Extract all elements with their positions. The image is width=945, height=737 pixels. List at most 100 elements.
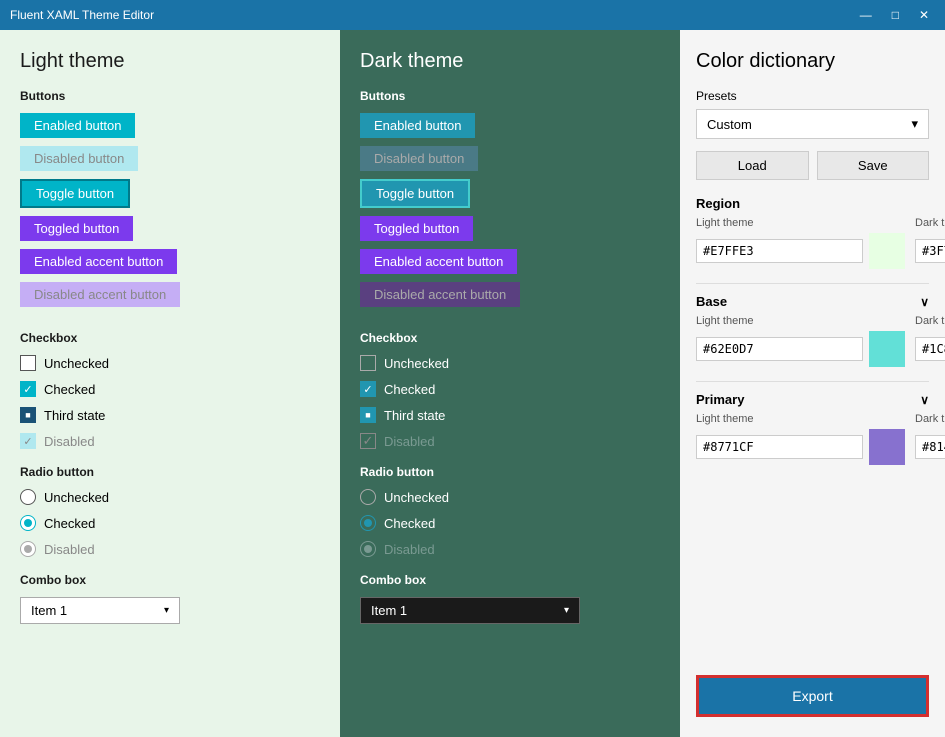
dark-checkbox-unchecked-text: Unchecked <box>384 356 449 371</box>
region-dark-col: Dark theme <box>915 217 945 269</box>
primary-section: Primary ∨ Light theme Dark theme <box>696 392 929 465</box>
region-light-color-swatch[interactable] <box>869 233 905 269</box>
preset-select[interactable]: Custom ▾ <box>696 109 929 139</box>
dark-theme-title: Dark theme <box>360 50 660 73</box>
divider-1 <box>696 283 929 284</box>
load-button[interactable]: Load <box>696 151 809 180</box>
base-light-hex-input[interactable] <box>696 337 863 361</box>
dark-checkbox-checked-text: Checked <box>384 382 435 397</box>
region-light-hex-input[interactable] <box>696 239 863 263</box>
base-dark-color-row <box>915 331 945 367</box>
base-light-color-swatch[interactable] <box>869 331 905 367</box>
dark-checkbox-third-row: ■ Third state <box>360 407 660 423</box>
light-radio-checked-text: Checked <box>44 516 95 531</box>
light-checkbox-third-box[interactable]: ■ <box>20 407 36 423</box>
light-radio-section: Radio button Unchecked Checked Disabled <box>20 465 320 557</box>
primary-colors-row: Light theme Dark theme <box>696 413 929 465</box>
dark-checkbox-unchecked-box[interactable] <box>360 355 376 371</box>
dark-radio-label: Radio button <box>360 465 660 479</box>
light-enabled-button[interactable]: Enabled button <box>20 113 135 138</box>
light-checkbox-checked-text: Checked <box>44 382 95 397</box>
color-dict-title: Color dictionary <box>696 50 929 73</box>
base-dark-label: Dark theme <box>915 315 945 327</box>
base-chevron-icon[interactable]: ∨ <box>920 295 929 309</box>
light-checkbox-unchecked-text: Unchecked <box>44 356 109 371</box>
light-radio-disabled-row: Disabled <box>20 541 320 557</box>
dark-checkbox-checked-box[interactable]: ✓ <box>360 381 376 397</box>
light-checkbox-unchecked-row: Unchecked <box>20 355 320 371</box>
region-dark-hex-input[interactable] <box>915 239 945 263</box>
primary-dark-col: Dark theme <box>915 413 945 465</box>
light-toggled-button[interactable]: Toggled button <box>20 216 133 241</box>
close-button[interactable]: ✕ <box>913 7 935 23</box>
light-radio-unchecked-row: Unchecked <box>20 489 320 505</box>
dark-radio-checked-text: Checked <box>384 516 435 531</box>
dark-checkbox-disabled-text: Disabled <box>384 434 435 449</box>
dark-checkbox-unchecked-row: Unchecked <box>360 355 660 371</box>
light-checkbox-disabled-text: Disabled <box>44 434 95 449</box>
export-button[interactable]: Export <box>696 675 929 717</box>
base-colors-row: Light theme Dark theme <box>696 315 929 367</box>
base-label: Base <box>696 294 727 309</box>
dark-checkbox-third-text: Third state <box>384 408 445 423</box>
dark-toggle-button[interactable]: Toggle button <box>360 179 470 208</box>
light-radio-disabled-text: Disabled <box>44 542 95 557</box>
primary-light-hex-input[interactable] <box>696 435 863 459</box>
region-dark-label: Dark theme <box>915 217 945 229</box>
light-radio-checked-row: Checked <box>20 515 320 531</box>
primary-header: Primary ∨ <box>696 392 929 407</box>
light-radio-unchecked-circle[interactable] <box>20 489 36 505</box>
light-radio-checked-circle[interactable] <box>20 515 36 531</box>
dark-combo-box[interactable]: Item 1 ▾ <box>360 597 580 624</box>
dark-theme-panel: Dark theme Buttons Enabled button Disabl… <box>340 30 680 737</box>
light-theme-title: Light theme <box>20 50 320 73</box>
dark-checkbox-disabled-row: ✓ Disabled <box>360 433 660 449</box>
light-checkbox-disabled-box: ✓ <box>20 433 36 449</box>
light-checkbox-section: Checkbox Unchecked ✓ Checked ■ Third sta… <box>20 331 320 449</box>
light-checkbox-disabled-row: ✓ Disabled <box>20 433 320 449</box>
preset-chevron-icon: ▾ <box>911 116 918 132</box>
minimize-button[interactable]: — <box>854 7 878 23</box>
dark-toggled-button[interactable]: Toggled button <box>360 216 473 241</box>
base-section: Base ∨ Light theme Dark theme <box>696 294 929 367</box>
dark-buttons-group: Enabled button Disabled button Toggle bu… <box>360 113 660 315</box>
base-header: Base ∨ <box>696 294 929 309</box>
maximize-button[interactable]: □ <box>886 7 905 23</box>
dark-checkbox-third-box[interactable]: ■ <box>360 407 376 423</box>
base-dark-hex-input[interactable] <box>915 337 945 361</box>
dark-radio-checked-circle[interactable] <box>360 515 376 531</box>
dark-radio-checked-row: Checked <box>360 515 660 531</box>
color-dictionary-panel: Color dictionary Presets Custom ▾ Load S… <box>680 30 945 737</box>
light-toggle-button[interactable]: Toggle button <box>20 179 130 208</box>
dark-combo-chevron-icon: ▾ <box>564 605 569 616</box>
light-theme-panel: Light theme Buttons Enabled button Disab… <box>0 30 340 737</box>
primary-dark-color-row <box>915 429 945 465</box>
light-checkbox-unchecked-box[interactable] <box>20 355 36 371</box>
dark-radio-unchecked-circle[interactable] <box>360 489 376 505</box>
save-button[interactable]: Save <box>817 151 930 180</box>
primary-dark-hex-input[interactable] <box>915 435 945 459</box>
light-combo-box[interactable]: Item 1 ▾ <box>20 597 180 624</box>
dark-radio-disabled-text: Disabled <box>384 542 435 557</box>
region-colors-row: Light theme Dark theme <box>696 217 929 269</box>
dark-accent-enabled-button[interactable]: Enabled accent button <box>360 249 517 274</box>
light-combo-label: Combo box <box>20 573 320 587</box>
light-accent-enabled-button[interactable]: Enabled accent button <box>20 249 177 274</box>
base-light-col: Light theme <box>696 315 905 367</box>
dark-combo-value: Item 1 <box>371 603 407 618</box>
region-light-label: Light theme <box>696 217 905 229</box>
light-checkbox-checked-row: ✓ Checked <box>20 381 320 397</box>
light-buttons-group: Enabled button Disabled button Toggle bu… <box>20 113 320 315</box>
light-radio-label: Radio button <box>20 465 320 479</box>
window-controls: — □ ✕ <box>854 7 935 23</box>
dark-checkbox-disabled-box: ✓ <box>360 433 376 449</box>
primary-light-col: Light theme <box>696 413 905 465</box>
light-combo-chevron-icon: ▾ <box>164 605 169 616</box>
light-checkbox-checked-box[interactable]: ✓ <box>20 381 36 397</box>
export-area: Export <box>696 675 929 717</box>
dark-disabled-button: Disabled button <box>360 146 478 171</box>
region-label: Region <box>696 196 740 211</box>
primary-light-color-swatch[interactable] <box>869 429 905 465</box>
dark-enabled-button[interactable]: Enabled button <box>360 113 475 138</box>
primary-chevron-icon[interactable]: ∨ <box>920 393 929 407</box>
